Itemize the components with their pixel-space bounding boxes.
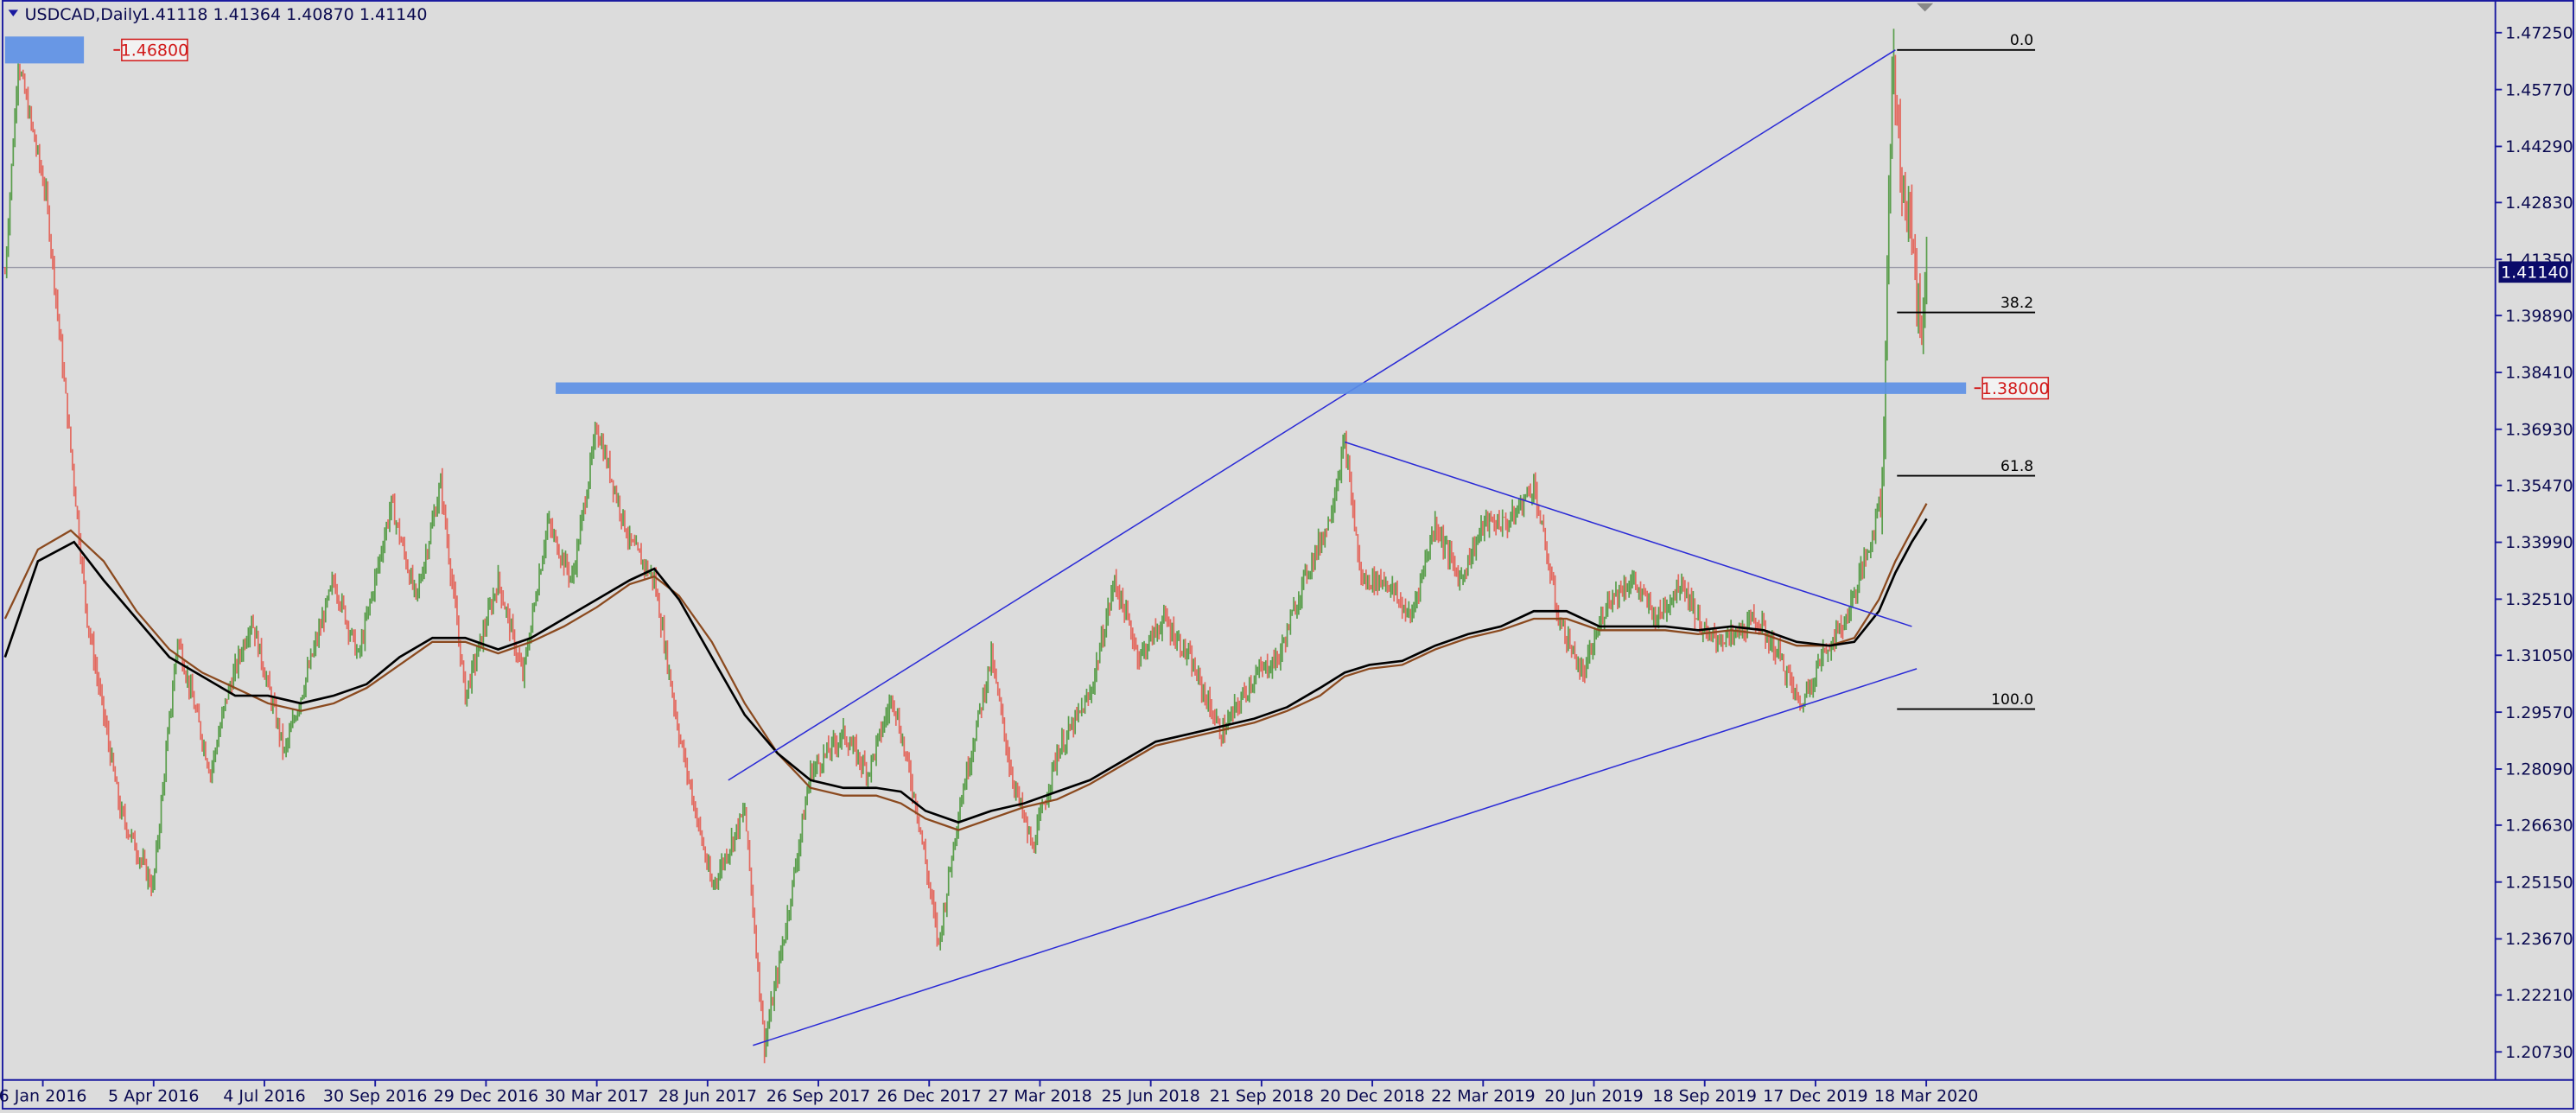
y-tick-label: 1.47250: [2505, 23, 2573, 42]
y-tick-label: 1.32510: [2505, 590, 2573, 609]
x-tick-label: 28 Jun 2017: [658, 1086, 757, 1105]
x-tick-label: 26 Dec 2017: [877, 1086, 982, 1105]
fib-level-label: 61.8: [2000, 458, 2033, 475]
symbol-label: USDCAD,Daily: [25, 5, 143, 24]
y-tick-label: 1.26630: [2505, 817, 2573, 836]
x-tick-label: 4 Jul 2016: [223, 1086, 306, 1105]
y-tick-label: 1.42830: [2505, 194, 2573, 213]
x-tick-label: 26 Sep 2017: [766, 1086, 871, 1105]
fib-level-label: 100.0: [1991, 691, 2033, 709]
fib-level-label: 38.2: [2000, 295, 2033, 312]
y-tick-label: 1.28090: [2505, 760, 2573, 779]
x-tick-label: 22 Mar 2019: [1431, 1086, 1536, 1105]
price-zone[interactable]: [556, 382, 1967, 394]
y-tick-label: 1.35470: [2505, 476, 2573, 495]
y-tick-label: 1.29570: [2505, 703, 2573, 722]
x-tick-label: 20 Dec 2018: [1320, 1086, 1424, 1105]
ohlc-readout: 1.41118 1.41364 1.40870 1.41140: [140, 5, 428, 24]
y-tick-label: 1.33990: [2505, 533, 2573, 552]
zone-price-label: 1.38000: [1981, 379, 2050, 398]
price-zone[interactable]: [4, 36, 85, 64]
x-tick-label: 30 Mar 2017: [544, 1086, 649, 1105]
chart-background: [2, 0, 2574, 1110]
y-tick-label: 1.38410: [2505, 364, 2573, 383]
y-tick-label: 1.36930: [2505, 420, 2573, 439]
current-price-label: 1.41140: [2501, 263, 2569, 282]
y-tick-label: 1.23670: [2505, 930, 2573, 949]
x-tick-label: 17 Dec 2019: [1763, 1086, 1867, 1105]
x-tick-label: 6 Jan 2016: [0, 1086, 87, 1105]
x-tick-label: 18 Mar 2020: [1874, 1086, 1979, 1105]
x-tick-label: 5 Apr 2016: [108, 1086, 199, 1105]
x-tick-label: 21 Sep 2018: [1210, 1086, 1314, 1105]
y-tick-label: 1.44290: [2505, 137, 2573, 156]
y-tick-label: 1.22210: [2505, 986, 2573, 1005]
y-tick-label: 1.39890: [2505, 307, 2573, 326]
y-tick-label: 1.20730: [2505, 1043, 2573, 1062]
fib-level-label: 0.0: [2010, 32, 2033, 49]
x-tick-label: 27 Mar 2018: [988, 1086, 1092, 1105]
y-tick-label: 1.45770: [2505, 80, 2573, 99]
x-tick-label: 30 Sep 2016: [323, 1086, 428, 1105]
y-tick-label: 1.31050: [2505, 646, 2573, 665]
x-tick-label: 25 Jun 2018: [1101, 1086, 1199, 1105]
chart-area[interactable]: 1.46800 1.38000 0.0 38.2 61.8 100.0 1.47250 1…: [0, 0, 2576, 1110]
x-tick-label: 18 Sep 2019: [1652, 1086, 1757, 1105]
zone-price-label: 1.46800: [121, 41, 189, 60]
usdcad-chart[interactable]: 1.46800 1.38000 0.0 38.2 61.8 100.0 1.47250 1…: [0, 0, 2576, 1110]
x-tick-label: 29 Dec 2016: [434, 1086, 538, 1105]
x-tick-label: 20 Jun 2019: [1544, 1086, 1643, 1105]
y-tick-label: 1.25150: [2505, 873, 2573, 892]
